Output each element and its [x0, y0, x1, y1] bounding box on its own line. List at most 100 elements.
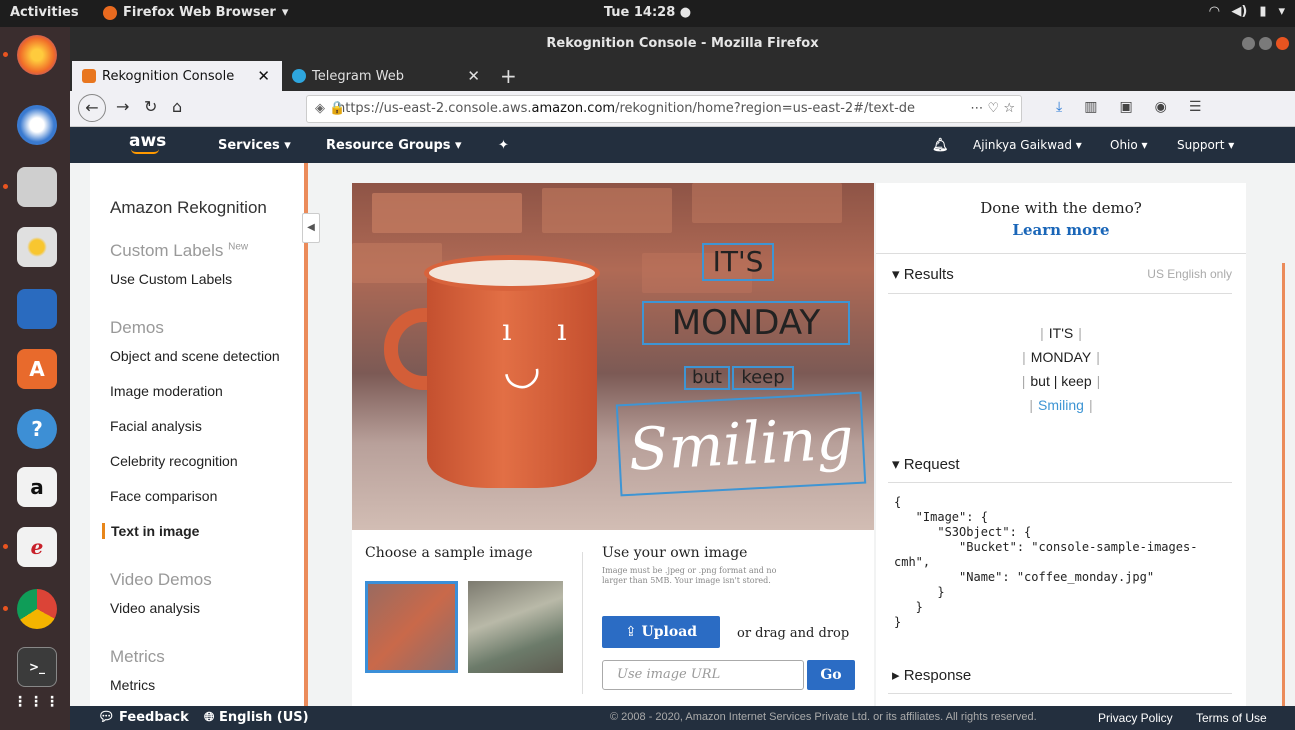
new-tab-icon[interactable]: +: [500, 64, 517, 88]
app-grid-icon[interactable]: ⋮⋮⋮: [13, 682, 59, 722]
bell-icon[interactable]: 🔔︎: [932, 138, 949, 153]
sidebar-item-video-analysis[interactable]: Video analysis: [110, 600, 200, 616]
detected-word-box: keep: [732, 366, 794, 390]
pin-icon[interactable]: ✦: [498, 138, 509, 153]
services-menu[interactable]: Services ▾: [218, 138, 291, 153]
sidebar-item-object-detection[interactable]: Object and scene detection: [110, 348, 280, 364]
detected-word-box: but: [684, 366, 730, 390]
sidebar: Amazon Rekognition Custom Labels New Use…: [90, 163, 320, 706]
custom-labels-heading: Custom Labels New: [110, 241, 249, 260]
sidebar-item-metrics[interactable]: Metrics: [110, 677, 155, 693]
close-tab-icon[interactable]: ✕: [257, 67, 270, 85]
sidebar-icon[interactable]: ▣: [1119, 99, 1132, 115]
image-url-input[interactable]: Use image URL: [602, 660, 804, 690]
page-actions-icon[interactable]: ⋯ ♡ ☆: [962, 96, 1015, 122]
choose-sample-label: Choose a sample image: [365, 545, 533, 561]
aws-footer: 💬︎ Feedback 🌐︎ English (US) © 2008 - 202…: [70, 706, 1295, 730]
clock[interactable]: Tue 14:28 ●: [0, 5, 1295, 20]
upload-button[interactable]: ⇪ Upload: [602, 616, 720, 648]
caret-down-icon: ▾: [892, 266, 900, 283]
result-line-highlighted: | Smiling |: [1029, 397, 1093, 413]
new-badge: New: [228, 241, 249, 253]
amazon-icon[interactable]: a: [17, 467, 57, 507]
detected-word-box: IT'S: [702, 243, 774, 281]
forward-icon[interactable]: →: [116, 97, 129, 116]
reload-icon[interactable]: ↻: [144, 97, 157, 116]
sidebar-item-use-custom-labels[interactable]: Use Custom Labels: [110, 271, 232, 287]
menu-icon: ▾: [1278, 4, 1285, 19]
writer-icon[interactable]: [17, 289, 57, 329]
own-image-description: Image must be .jpeg or .png format and n…: [602, 566, 777, 585]
results-toggle[interactable]: ▾ Results: [892, 265, 954, 283]
support-menu[interactable]: Support ▾: [1177, 138, 1234, 152]
terminal-icon[interactable]: >_: [17, 647, 57, 687]
collapse-sidebar-icon[interactable]: ◀: [302, 213, 320, 243]
window-title: Rekognition Console - Mozilla Firefox: [546, 36, 819, 51]
account-icon[interactable]: ◉: [1155, 99, 1167, 115]
done-with-demo-text: Done with the demo?: [980, 199, 1142, 217]
resource-groups-menu[interactable]: Resource Groups ▾: [326, 138, 462, 153]
download-icon[interactable]: ⤓: [1056, 99, 1062, 115]
battery-icon: ▮: [1259, 4, 1267, 19]
go-button[interactable]: Go: [807, 660, 855, 690]
rhythmbox-icon[interactable]: [17, 227, 57, 267]
document-viewer-icon[interactable]: ℯ: [3, 527, 57, 567]
url-bar[interactable]: ◈ 🔒 https://us-east-2.console.aws.amazon…: [306, 95, 1022, 123]
chrome-icon[interactable]: [3, 589, 57, 629]
sidebar-item-facial-analysis[interactable]: Facial analysis: [110, 418, 202, 434]
language-note: US English only: [1147, 267, 1232, 281]
response-toggle[interactable]: ▸ Response: [892, 666, 971, 684]
chat-icon: 💬︎: [98, 710, 115, 725]
language-selector[interactable]: 🌐︎ English (US): [204, 710, 309, 725]
window-controls: [1242, 37, 1289, 50]
detected-word-box: MONDAY: [642, 301, 850, 345]
maximize-icon[interactable]: [1259, 37, 1272, 50]
divider: [582, 552, 583, 694]
sidebar-item-image-moderation[interactable]: Image moderation: [110, 383, 223, 399]
help-icon[interactable]: ?: [17, 409, 57, 449]
volume-icon: ◀): [1231, 4, 1248, 19]
feedback-link[interactable]: 💬︎ Feedback: [98, 710, 189, 725]
tab-bar: Rekognition Console ✕ Telegram Web ✕ +: [70, 61, 1295, 91]
sidebar-title[interactable]: Amazon Rekognition: [110, 198, 267, 218]
demos-heading: Demos: [110, 318, 164, 337]
result-line: | MONDAY |: [1022, 349, 1100, 365]
gnome-top-bar: Activities Firefox Web Browser ▾ Tue 14:2…: [0, 0, 1295, 27]
page-scrollbar[interactable]: [1282, 263, 1285, 706]
files-icon[interactable]: [3, 167, 57, 207]
shield-icon: ◈ 🔒: [315, 101, 346, 116]
firefox-icon[interactable]: [3, 35, 57, 75]
mug-foam: [424, 255, 600, 291]
learn-more-link[interactable]: Learn more: [876, 221, 1246, 239]
page-content: Amazon Rekognition Custom Labels New Use…: [70, 163, 1295, 706]
software-center-icon[interactable]: A: [17, 349, 57, 389]
privacy-policy-link[interactable]: Privacy Policy: [1098, 711, 1173, 725]
aws-logo[interactable]: aws: [129, 131, 166, 154]
terms-of-use-link[interactable]: Terms of Use: [1196, 711, 1267, 725]
sidebar-item-text-in-image[interactable]: Text in image: [102, 523, 199, 539]
home-icon[interactable]: ⌂: [172, 97, 182, 116]
request-json: { "Image": { "S3Object": { "Bucket": "co…: [894, 495, 1198, 629]
sidebar-item-face-comparison[interactable]: Face comparison: [110, 488, 217, 504]
sample-thumbnail-coffee[interactable]: [365, 581, 458, 673]
toolbar-icons: ⤓ ▥ ▣ ◉ ☰: [1056, 99, 1201, 115]
upload-icon: ⇪: [624, 624, 637, 640]
close-tab-icon[interactable]: ✕: [467, 67, 480, 85]
region-menu[interactable]: Ohio ▾: [1110, 138, 1148, 152]
sample-thumbnail-car[interactable]: [468, 581, 563, 673]
menu-icon[interactable]: ☰: [1189, 99, 1202, 115]
caret-down-icon: ▾: [892, 456, 900, 473]
system-tray[interactable]: ◠ ◀) ▮ ▾: [1209, 4, 1285, 19]
back-icon[interactable]: ←: [78, 94, 106, 122]
results-panel: Done with the demo? Learn more ▾ Results…: [876, 183, 1246, 706]
request-toggle[interactable]: ▾ Request: [892, 455, 960, 473]
tab-rekognition[interactable]: Rekognition Console ✕: [72, 61, 282, 91]
thunderbird-icon[interactable]: [17, 105, 57, 145]
tab-telegram[interactable]: Telegram Web ✕: [282, 61, 492, 91]
user-menu[interactable]: Ajinkya Gaikwad ▾: [973, 138, 1082, 152]
library-icon[interactable]: ▥: [1084, 99, 1097, 115]
firefox-window: Rekognition Console - Mozilla Firefox Re…: [70, 27, 1295, 730]
close-window-icon[interactable]: [1276, 37, 1289, 50]
sidebar-item-celebrity-recognition[interactable]: Celebrity recognition: [110, 453, 238, 469]
minimize-icon[interactable]: [1242, 37, 1255, 50]
